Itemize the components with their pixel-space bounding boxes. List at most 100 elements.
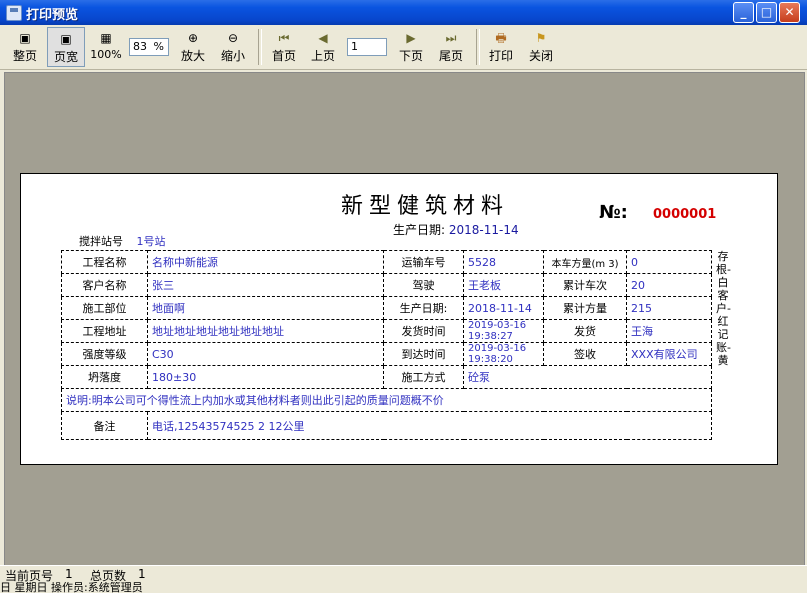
next-page-button[interactable]: ▶ 下页 xyxy=(394,27,428,67)
driver-label: 驾驶 xyxy=(383,273,464,297)
method-label: 施工方式 xyxy=(383,365,464,389)
zoom-out-label: 缩小 xyxy=(220,49,245,63)
window-title: 打印预览 xyxy=(26,8,79,23)
print-page: 新型健筑材料 生产日期: 2018-11-14 №: 0000001 搅拌站号 … xyxy=(20,173,778,465)
zoom-out-icon: ⊖ xyxy=(227,31,239,45)
site-value: 地面啊 xyxy=(147,296,384,320)
prev-page-label: 上页 xyxy=(310,49,335,63)
customer-value: 张三 xyxy=(147,273,384,297)
printer-icon: 🖶 xyxy=(495,31,507,45)
zoom-in-label: 放大 xyxy=(180,49,205,63)
zoom-out-button[interactable]: ⊖ 缩小 xyxy=(216,27,250,67)
slump-label: 坍落度 xyxy=(61,365,148,389)
site-label: 施工部位 xyxy=(61,296,148,320)
page-width-button[interactable]: ▣ 页宽 xyxy=(47,27,85,67)
project-name-value: 名称中新能源 xyxy=(147,250,384,274)
printer-app-icon xyxy=(6,5,22,21)
page-width-label: 页宽 xyxy=(53,50,78,64)
slump-value: 180±30 xyxy=(147,365,384,389)
arrive-time-value: 2019-03-16 19:38:20 xyxy=(463,342,544,366)
page-width-icon: ▣ xyxy=(60,32,72,46)
print-button[interactable]: 🖶 打印 xyxy=(484,27,518,67)
zoom-input[interactable]: 83 % xyxy=(129,38,169,56)
strength-value: C30 xyxy=(147,342,384,366)
volume-label: 本车方量(m 3) xyxy=(543,250,627,274)
prev-page-button[interactable]: ◀ 上页 xyxy=(306,27,340,67)
last-page-icon: ⏭ xyxy=(445,31,457,45)
number-label: №: xyxy=(599,202,628,223)
whole-page-button[interactable]: ▣ 整页 xyxy=(8,27,42,67)
close-button[interactable]: ⚑ 关闭 xyxy=(524,27,558,67)
prev-page-icon: ◀ xyxy=(318,31,328,45)
page-number-input[interactable]: 1 xyxy=(347,38,387,56)
production-date-label: 生产日期: xyxy=(393,223,446,237)
zoom-value: 83 xyxy=(133,40,147,53)
table-row: 说明:明本公司可个得性流上内加水或其他材料者则出此引起的质量问题概不价 xyxy=(61,388,712,412)
total-trips-value: 20 xyxy=(626,273,712,297)
production-date-value: 2018-11-14 xyxy=(448,223,519,237)
total-pages-value: 1 xyxy=(138,567,146,581)
table-row: 施工部位 地面啊 生产日期: 2018-11-14 累计方量 215 xyxy=(61,296,712,320)
zoom-unit: % xyxy=(153,40,164,53)
current-page-value: 1 xyxy=(65,567,73,581)
station-line: 搅拌站号 1号站 xyxy=(79,233,166,249)
minimize-button[interactable]: _ xyxy=(733,2,754,23)
total-trips-label: 累计车次 xyxy=(543,273,627,297)
station-label: 搅拌站号 xyxy=(79,235,123,248)
address-value: 地址地址地址地址地址地址 xyxy=(147,319,384,343)
copy-distribution-note: 存根-白 客户-红 记账-黄 xyxy=(716,250,731,367)
depart-time-value: 2019-03-16 19:38:27 xyxy=(463,319,544,343)
arrive-time-label: 到达时间 xyxy=(383,342,464,366)
note-text: 说明:明本公司可个得性流上内加水或其他材料者则出此引起的质量问题概不价 xyxy=(61,388,712,412)
strength-label: 强度等级 xyxy=(61,342,148,366)
close-label: 关闭 xyxy=(528,49,553,63)
first-page-icon: ⏮ xyxy=(278,31,290,45)
prod-date-row-value: 2018-11-14 xyxy=(463,296,544,320)
toolbar-separator xyxy=(258,29,262,65)
zoom-in-button[interactable]: ⊕ 放大 xyxy=(176,27,210,67)
shipper-value: 王海 xyxy=(626,319,712,343)
whole-page-label: 整页 xyxy=(12,49,37,63)
delivery-form-table: 工程名称 名称中新能源 运输车号 5528 本车方量(m 3) 0 客户名称 张… xyxy=(61,250,712,440)
toolbar: ▣ 整页 ▣ 页宽 ▦ 100% 83 % ⊕ 放大 ⊖ 缩小 ⏮ 首页 ◀ 上… xyxy=(0,25,807,70)
preview-area[interactable]: 新型健筑材料 生产日期: 2018-11-14 №: 0000001 搅拌站号 … xyxy=(4,72,805,566)
zoom-100-label: 100% xyxy=(90,48,122,61)
zoom-in-icon: ⊕ xyxy=(187,31,199,45)
whole-page-icon: ▣ xyxy=(19,31,31,45)
table-row: 工程名称 名称中新能源 运输车号 5528 本车方量(m 3) 0 xyxy=(61,250,712,274)
project-name-label: 工程名称 xyxy=(61,250,148,274)
zoom-100-button[interactable]: ▦ 100% xyxy=(89,27,123,67)
table-row: 客户名称 张三 驾驶 王老板 累计车次 20 xyxy=(61,273,712,297)
number-value: 0000001 xyxy=(653,207,717,222)
status-bar: 当前页号 1 总页数 1 xyxy=(0,565,807,583)
receive-value: XXX有限公司 xyxy=(626,342,712,366)
maximize-button[interactable]: □ xyxy=(756,2,777,23)
document-title: 新型健筑材料 xyxy=(341,194,510,219)
station-value: 1号站 xyxy=(136,235,166,248)
table-row: 备注 电话,12543574525 2 12公里 xyxy=(61,411,712,440)
close-door-icon: ⚑ xyxy=(535,31,547,45)
first-page-button[interactable]: ⏮ 首页 xyxy=(267,27,301,67)
production-date: 生产日期: 2018-11-14 xyxy=(393,221,519,238)
table-row: 工程地址 地址地址地址地址地址地址 发货时间 2019-03-16 19:38:… xyxy=(61,319,712,343)
method-value: 砼泵 xyxy=(463,365,712,389)
underlying-status-text: 日 星期日 操作员:系统管理员 xyxy=(0,582,807,593)
next-page-icon: ▶ xyxy=(406,31,416,45)
prod-date-row-label: 生产日期: xyxy=(383,296,464,320)
receive-label: 签收 xyxy=(543,342,627,366)
remark-label: 备注 xyxy=(61,411,148,440)
print-label: 打印 xyxy=(488,49,513,63)
address-label: 工程地址 xyxy=(61,319,148,343)
remark-value: 电话,12543574525 2 12公里 xyxy=(147,411,712,440)
last-page-button[interactable]: ⏭ 尾页 xyxy=(434,27,468,67)
depart-time-label: 发货时间 xyxy=(383,319,464,343)
next-page-label: 下页 xyxy=(398,49,423,63)
close-window-button[interactable]: ✕ xyxy=(779,2,800,23)
vehicle-no-value: 5528 xyxy=(463,250,544,274)
table-row: 强度等级 C30 到达时间 2019-03-16 19:38:20 签收 XXX… xyxy=(61,342,712,366)
customer-label: 客户名称 xyxy=(61,273,148,297)
table-row: 坍落度 180±30 施工方式 砼泵 xyxy=(61,365,712,389)
last-page-label: 尾页 xyxy=(438,49,463,63)
title-bar: 打印预览 _ □ ✕ xyxy=(0,0,807,25)
total-volume-label: 累计方量 xyxy=(543,296,627,320)
